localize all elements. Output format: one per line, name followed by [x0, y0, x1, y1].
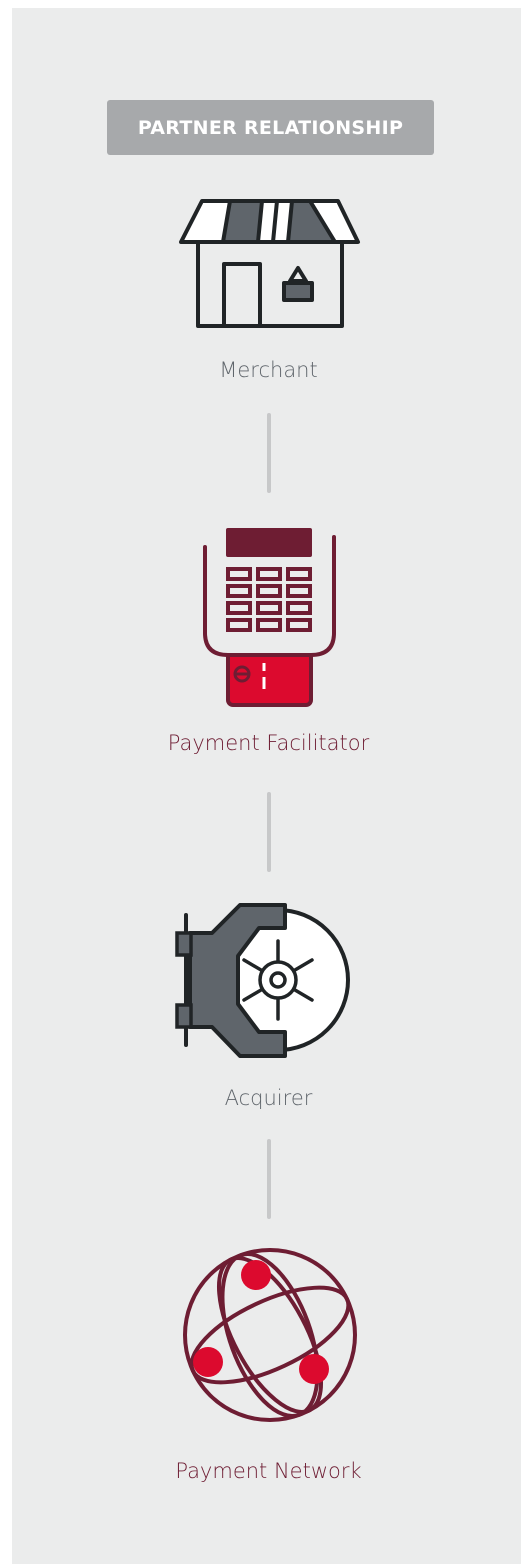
- globe-network-icon: [183, 1248, 357, 1422]
- connector-line: [267, 792, 271, 872]
- node-label-payment-network: Payment Network: [175, 1459, 362, 1483]
- bank-vault-icon: [175, 903, 350, 1058]
- node-label-merchant: Merchant: [219, 358, 318, 382]
- connector-line: [267, 413, 271, 493]
- connector-line: [267, 1139, 271, 1219]
- storefront-icon: [179, 199, 360, 328]
- card-terminal-icon: [203, 528, 336, 707]
- diagram-title-badge: PARTNER RELATIONSHIP: [107, 100, 434, 155]
- node-label-payment-facilitator: Payment Facilitator: [167, 731, 370, 755]
- node-label-acquirer: Acquirer: [224, 1086, 313, 1110]
